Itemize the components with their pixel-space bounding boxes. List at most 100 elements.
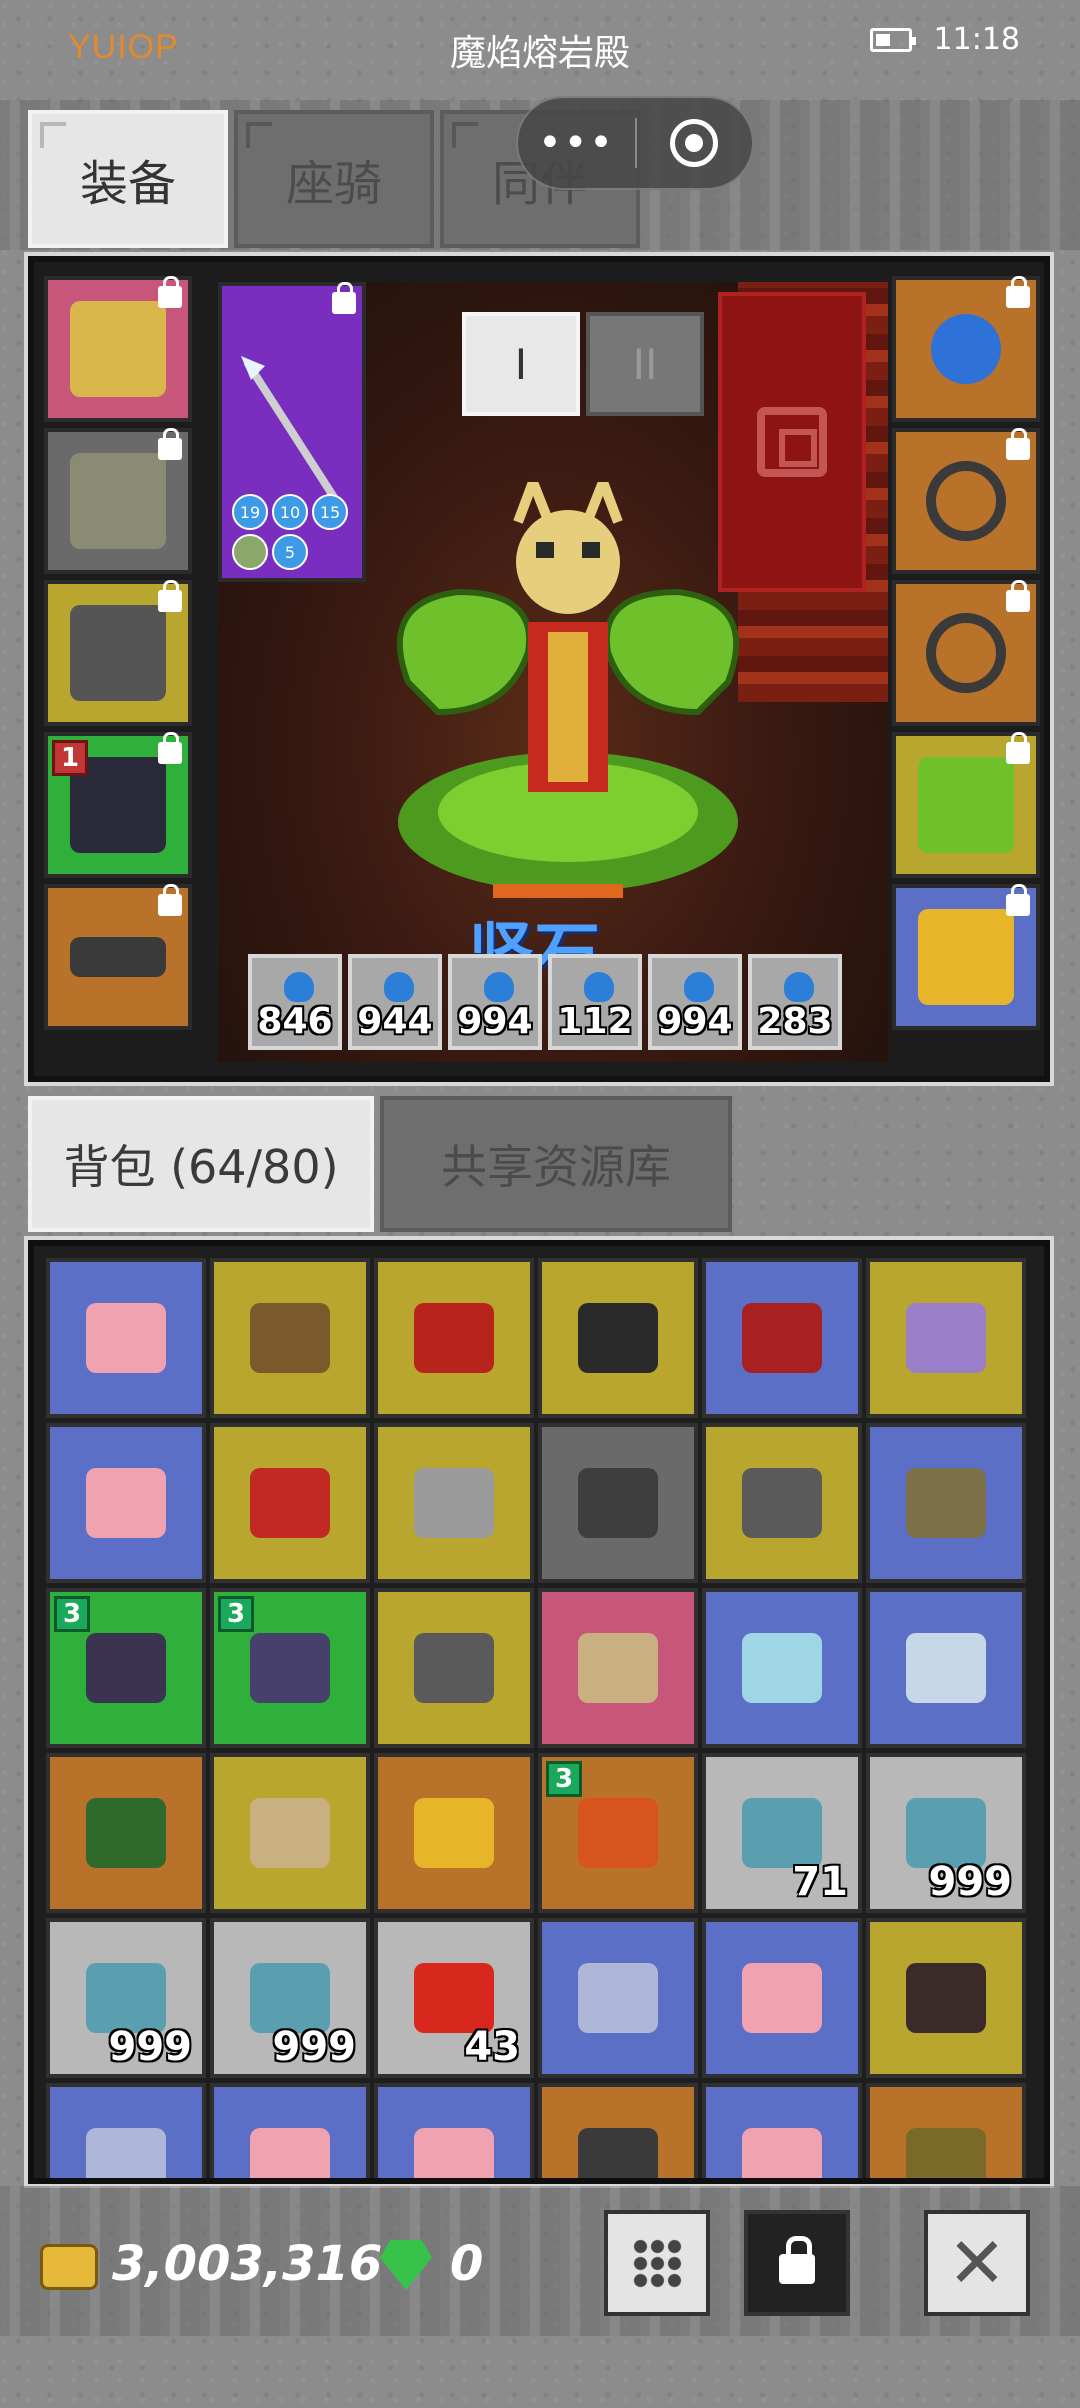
bag-item-blue-gem[interactable] [538,1918,698,2078]
dark-armor-icon [578,1468,658,1538]
bag-item-chest-armor[interactable] [374,1423,534,1583]
bag-item-fish[interactable]: 999 [866,1753,1026,1913]
slot-ring-1[interactable] [892,428,1040,574]
slot-gauntlet[interactable] [44,580,192,726]
potion-qty: 994 [457,1001,533,1042]
potion-slot[interactable]: 994 [448,954,542,1050]
bag-item-pink-scroll[interactable] [702,1918,862,2078]
lock-icon [1006,884,1030,916]
slot-necklace[interactable] [892,276,1040,422]
bag-item-monster-pet[interactable] [866,1918,1026,2078]
pink-crystal-icon [86,1303,166,1373]
slot-weapon[interactable]: 19 10 15 5 [218,282,366,582]
more-dots-icon[interactable]: ••• [518,120,635,166]
close-target-button[interactable] [637,119,752,167]
item-quantity: 999 [272,2024,357,2070]
stat-gem [232,534,268,570]
slot-boots[interactable]: 1 [44,732,192,878]
bag-item-horned-helm[interactable] [538,1258,698,1418]
bag-item-orb-armor[interactable] [866,1423,1026,1583]
potion-icon [584,972,614,1002]
lock-icon [779,2236,815,2284]
bag-item-gauntlet[interactable] [374,1588,534,1748]
potion-bar: 846 944 994 112 994 283 [248,954,842,1050]
slot-armor[interactable] [44,428,192,574]
bag-item-scroll[interactable] [866,1588,1026,1748]
pink-crystal-icon [250,2128,330,2178]
status-bar: YUIOP 魔焰熔岩殿 11:18 [0,0,1080,100]
tab-mount[interactable]: 座骑 [234,110,434,248]
potion-slot[interactable]: 994 [648,954,742,1050]
tab-equipment[interactable]: 装备 [28,110,228,248]
lock-button[interactable] [744,2210,850,2316]
slot-belt[interactable] [44,884,192,1030]
bag-item-pink-crystal[interactable] [374,2083,534,2178]
bag-item-red-bow[interactable] [702,1258,862,1418]
bag-item-fish[interactable]: 71 [702,1753,862,1913]
sort-grid-button[interactable] [604,2210,710,2316]
fish-icon [250,1963,330,2033]
bag-item-trident[interactable] [866,1258,1026,1418]
slot-pet[interactable] [892,732,1040,878]
potion-icon [684,972,714,1002]
bag-item-pink-crystal[interactable] [46,1258,206,1418]
blue-gem-icon [578,1963,658,2033]
bag-item-hammer[interactable] [210,1258,370,1418]
bag-item-blue-gem[interactable] [46,2083,206,2178]
slot-ring-2[interactable] [892,580,1040,726]
potion-slot[interactable]: 944 [348,954,442,1050]
potion-slot[interactable]: 283 [748,954,842,1050]
bag-item-amulet[interactable] [374,1753,534,1913]
blue-gem-icon [86,2128,166,2178]
close-button[interactable]: ✕ [924,2210,1030,2316]
bag-item-dark-item[interactable] [538,2083,698,2178]
tab-backpack[interactable]: 背包 (64/80) [28,1096,374,1232]
bag-item-fish[interactable]: 999 [210,1918,370,2078]
bag-item-pink-crystal[interactable] [46,1423,206,1583]
potion-qty: 112 [557,1001,633,1042]
equipment-page-1[interactable]: I [462,312,580,416]
bag-item-green-glove[interactable] [46,1753,206,1913]
slot-helmet[interactable] [44,276,192,422]
green-glove-icon [86,1798,166,1868]
upgrade-badge: 3 [218,1596,254,1632]
scroll-icon [906,1633,986,1703]
equipment-page-2[interactable]: II [586,312,704,416]
bag-item-red-spear[interactable] [374,1258,534,1418]
bag-item-pink-crystal[interactable] [210,2083,370,2178]
lock-icon [158,732,182,764]
bag-item-fish[interactable]: 999 [46,1918,206,2078]
bag-item-fire-boots[interactable]: 3 [538,1753,698,1913]
potion-slot[interactable]: 112 [548,954,642,1050]
potion-slot[interactable]: 846 [248,954,342,1050]
pink-crystal-icon [414,2128,494,2178]
item-quantity: 71 [792,1859,848,1905]
lock-icon [1006,276,1030,308]
chest-armor-icon [414,1468,494,1538]
bag-item-gloves[interactable]: 3 [210,1588,370,1748]
bag-item-red-leaf[interactable]: 43 [374,1918,534,2078]
gloves-icon [250,1633,330,1703]
crown-icon [918,909,1014,1005]
bag-item-boots[interactable]: 3 [46,1588,206,1748]
bag-item-ring[interactable] [702,1588,862,1748]
bag-item-gold-armor[interactable] [866,2083,1026,2178]
dark-item-icon [578,2128,658,2178]
slot-crown[interactable] [892,884,1040,1030]
potion-icon [784,972,814,1002]
equipment-page-tabs: I II [462,312,704,416]
bag-item-crossbow[interactable] [538,1588,698,1748]
lock-icon [1006,580,1030,612]
bag-item-dark-armor[interactable] [538,1423,698,1583]
bag-item-red-sword[interactable] [210,1423,370,1583]
tab-shared-storage[interactable]: 共享资源库 [380,1096,732,1232]
pink-scroll-icon [742,1963,822,2033]
lock-icon [158,428,182,460]
ring-icon [926,461,1006,541]
lock-icon [1006,732,1030,764]
gauntlet-icon [742,1468,822,1538]
bag-item-crossbow[interactable] [210,1753,370,1913]
crossbow-icon [578,1633,658,1703]
bag-item-pink-scroll[interactable] [702,2083,862,2178]
bag-item-gauntlet[interactable] [702,1423,862,1583]
